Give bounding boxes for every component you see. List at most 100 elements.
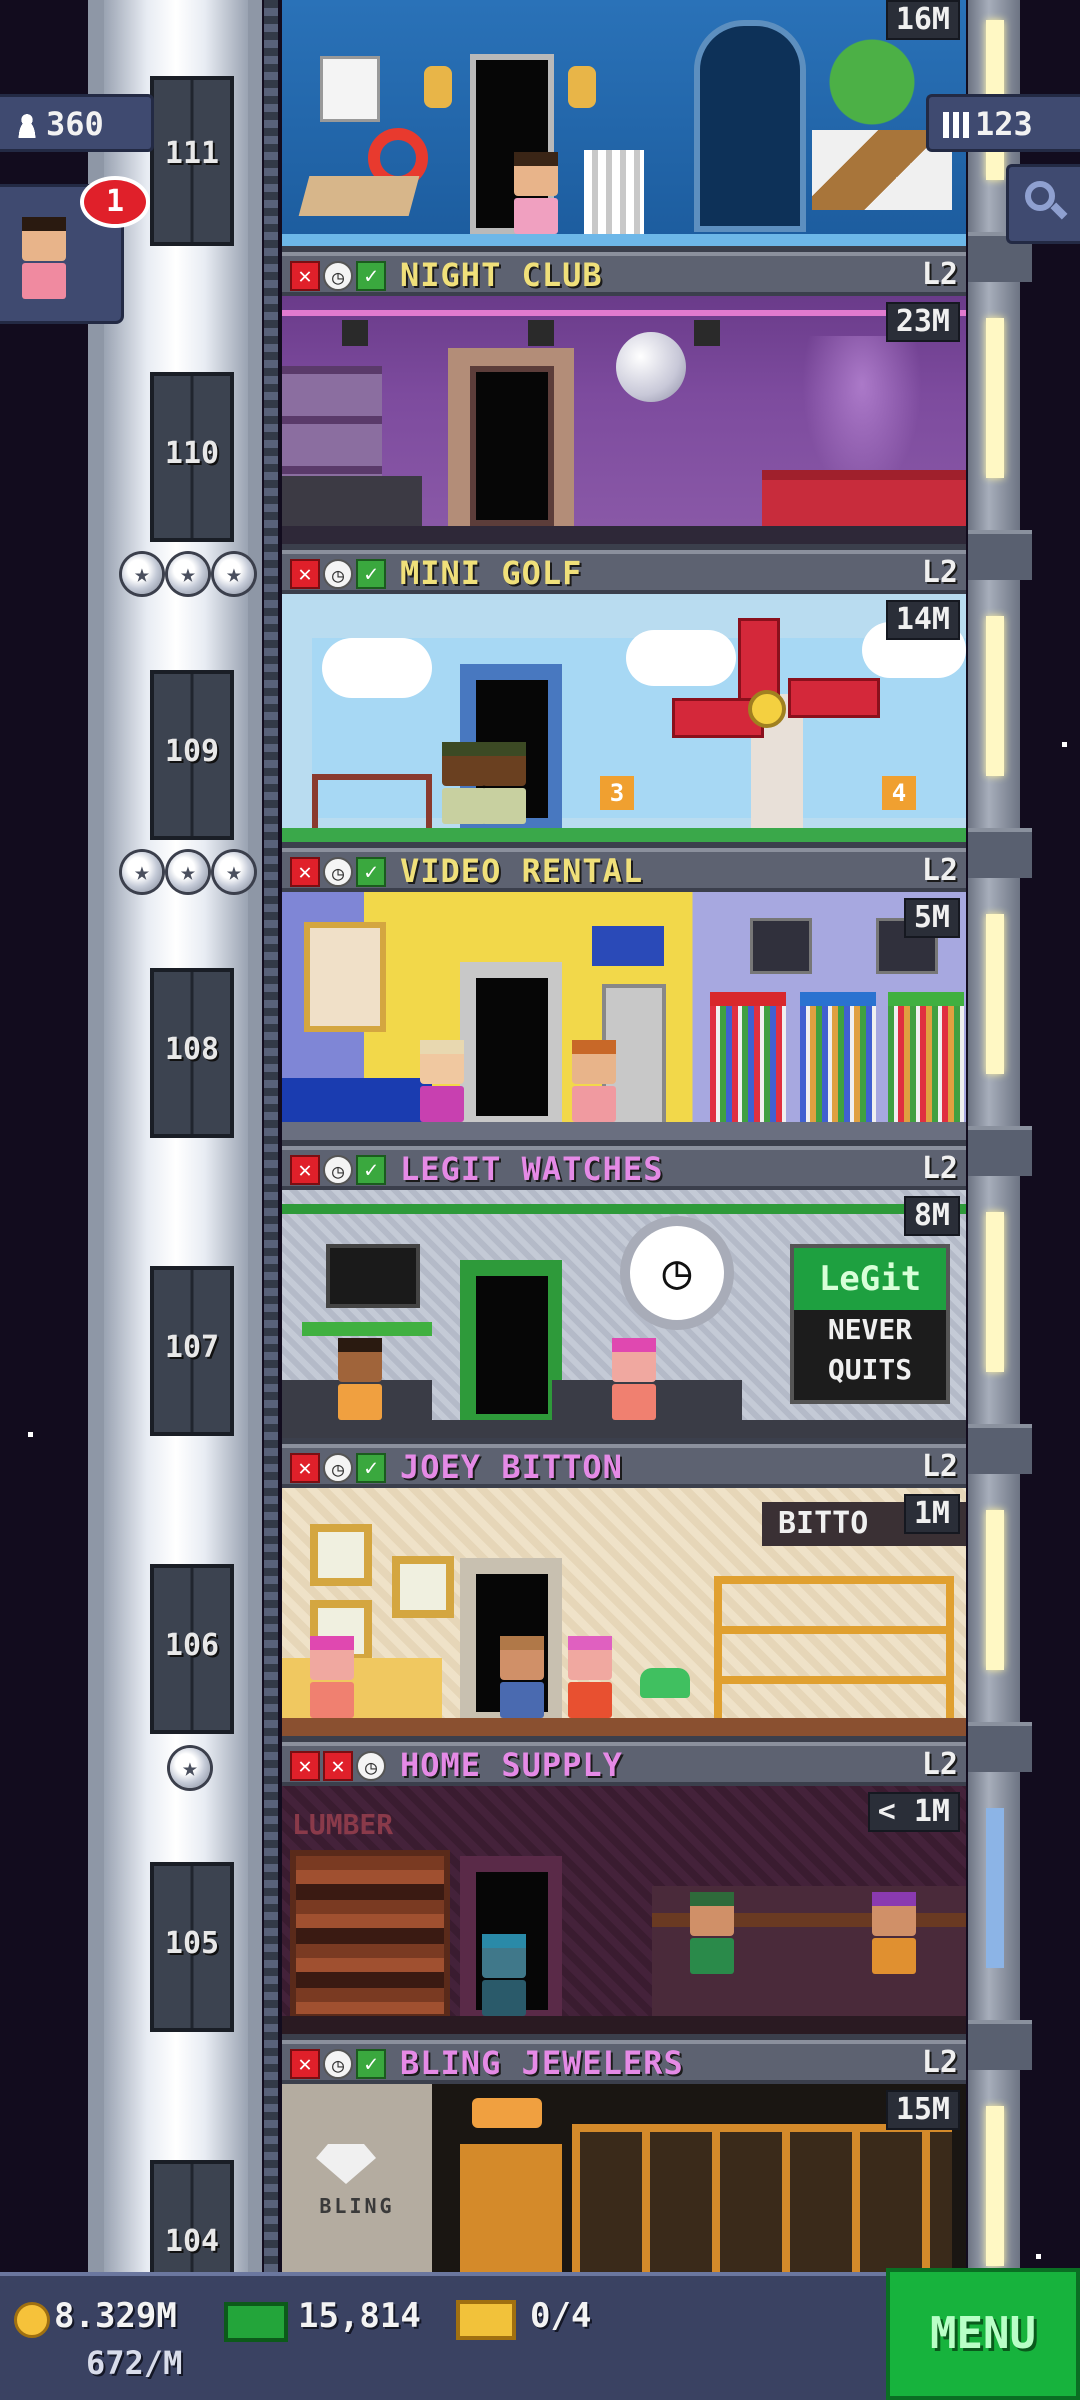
floor-bar-bling-jewelers[interactable]: ✕ ◷ ✓ BLING JEWELERS L2	[282, 2040, 966, 2084]
door[interactable]	[470, 972, 554, 1122]
floor-name: JOEY BITTON	[400, 1448, 623, 1486]
room-110[interactable]: 23M	[282, 296, 966, 550]
frame-cap	[968, 2020, 1032, 2070]
putting-green	[282, 828, 966, 842]
close-icon[interactable]: ✕	[290, 1453, 320, 1483]
guest-person[interactable]	[420, 1040, 464, 1122]
floor-bar-joey-bitton[interactable]: ✕ ◷ ✓ JOEY BITTON L2	[282, 1444, 966, 1488]
clock-icon[interactable]: ◷	[323, 1155, 353, 1185]
clock-icon[interactable]: ◷	[323, 1453, 353, 1483]
star-icon: ★	[122, 554, 162, 594]
coin-balance[interactable]: 8.329M	[54, 2296, 177, 2336]
big-clock: ◷	[620, 1216, 734, 1330]
spotlight	[528, 320, 554, 346]
guest-person[interactable]	[310, 1636, 354, 1718]
staff-person[interactable]	[690, 1892, 734, 1974]
clock-icon[interactable]: ◷	[356, 1751, 386, 1781]
check-icon[interactable]: ✓	[356, 1155, 386, 1185]
floor-level: L2	[921, 1449, 958, 1484]
floor-level: L2	[921, 853, 958, 888]
check-icon[interactable]: ✓	[356, 559, 386, 589]
floor-status-icons: ✕ ◷ ✓	[290, 857, 386, 887]
menu-button[interactable]: MENU	[886, 2268, 1080, 2400]
guest-person[interactable]	[500, 1636, 544, 1718]
floor-name: LEGIT WATCHES	[400, 1150, 664, 1188]
guest-person[interactable]	[568, 1636, 612, 1718]
legit-sign: LeGit NEVER QUITS	[790, 1244, 950, 1404]
check-icon[interactable]: ✓	[356, 261, 386, 291]
floor-bar-legit-watches[interactable]: ✕ ◷ ✓ LEGIT WATCHES L2	[282, 1146, 966, 1190]
close-icon[interactable]: ✕	[290, 857, 320, 887]
windmill-blade	[788, 678, 880, 718]
population-value: 360	[46, 105, 104, 143]
room-105[interactable]: LUMBER < 1M	[282, 1786, 966, 2040]
check-icon[interactable]: ✓	[356, 2049, 386, 2079]
star-icon: ★	[214, 852, 254, 892]
floor-count-counter[interactable]: 123	[926, 94, 1080, 152]
floor-number-106: 106	[164, 1628, 220, 1663]
clock-icon[interactable]: ◷	[323, 857, 353, 887]
frame-light	[986, 2106, 1004, 2266]
bar-shelf	[282, 366, 382, 486]
floor-number-105: 105	[164, 1926, 220, 1961]
check-icon[interactable]: ✓	[356, 857, 386, 887]
check-icon[interactable]: ✓	[356, 1453, 386, 1483]
close-icon[interactable]: ✕	[290, 2049, 320, 2079]
close-icon[interactable]: ✕	[290, 1155, 320, 1185]
legit-slogan-line-1: NEVER	[827, 1313, 913, 1346]
guest-person[interactable]	[338, 1338, 382, 1420]
video-shelf	[800, 992, 876, 1128]
beach-chair	[584, 150, 644, 236]
guest-person[interactable]	[442, 742, 486, 824]
clock-icon[interactable]: ◷	[323, 261, 353, 291]
club-rack	[312, 774, 432, 830]
clock-icon[interactable]: ◷	[323, 559, 353, 589]
guest-person[interactable]	[514, 152, 558, 234]
room-108[interactable]: 5M	[282, 892, 966, 1146]
close-icon[interactable]: ✕	[323, 1751, 353, 1781]
floor-bar-night-club[interactable]: ✕ ◷ ✓ NIGHT CLUB L2	[282, 252, 966, 296]
ticket-count[interactable]: 0/4	[530, 2296, 591, 2336]
floor-level: L2	[921, 257, 958, 292]
disco-ball	[616, 332, 686, 402]
earnings-badge: 15M	[885, 2090, 960, 2130]
floor-bar-video-rental[interactable]: ✕ ◷ ✓ VIDEO RENTAL L2	[282, 848, 966, 892]
staff-person[interactable]	[872, 1892, 916, 1974]
wall-lamp	[568, 66, 596, 108]
framed-art	[392, 1556, 454, 1618]
window	[694, 20, 806, 232]
room-107[interactable]: ◷ LeGit NEVER QUITS 8M	[282, 1190, 966, 1444]
earnings-badge: 14M	[885, 600, 960, 640]
sky-star	[1036, 2254, 1041, 2259]
guest-person[interactable]	[482, 1934, 526, 2016]
close-icon[interactable]: ✕	[290, 559, 320, 589]
door[interactable]	[470, 1270, 554, 1420]
floor-ground	[282, 1420, 966, 1438]
close-icon[interactable]: ✕	[290, 1751, 320, 1781]
room-106[interactable]: BITTO 1M	[282, 1488, 966, 1742]
zoom-button[interactable]	[1006, 164, 1080, 244]
guest-person[interactable]	[482, 742, 526, 824]
floor-status-icons: ✕ ◷ ✓	[290, 261, 386, 291]
floor-bar-home-supply[interactable]: ✕ ✕ ◷ HOME SUPPLY L2	[282, 1742, 966, 1786]
bux-balance[interactable]: 15,814	[298, 2296, 421, 2336]
sky-star	[1062, 742, 1067, 747]
population-counter[interactable]: 360	[0, 94, 154, 152]
floor-bar-mini-golf[interactable]: ✕ ◷ ✓ MINI GOLF L2	[282, 550, 966, 594]
earnings-badge: 5M	[903, 898, 960, 938]
frame-cap	[968, 530, 1032, 580]
hole-flag-3: 3	[600, 776, 634, 810]
floor-stars-109: ★ ★ ★	[122, 554, 254, 594]
clock-icon[interactable]: ◷	[323, 2049, 353, 2079]
floor-number-107: 107	[164, 1330, 220, 1365]
guest-person[interactable]	[572, 1040, 616, 1122]
guest-person[interactable]	[612, 1338, 656, 1420]
room-104[interactable]: BLING 15M	[282, 2084, 966, 2272]
door[interactable]	[470, 366, 554, 526]
room-109[interactable]: 3 4 14M	[282, 594, 966, 848]
close-icon[interactable]: ✕	[290, 261, 320, 291]
visitor-avatar	[22, 217, 66, 299]
frame-cap	[968, 1126, 1032, 1176]
earnings-badge: < 1M	[867, 1792, 960, 1832]
room-111[interactable]: 16M	[282, 0, 966, 252]
